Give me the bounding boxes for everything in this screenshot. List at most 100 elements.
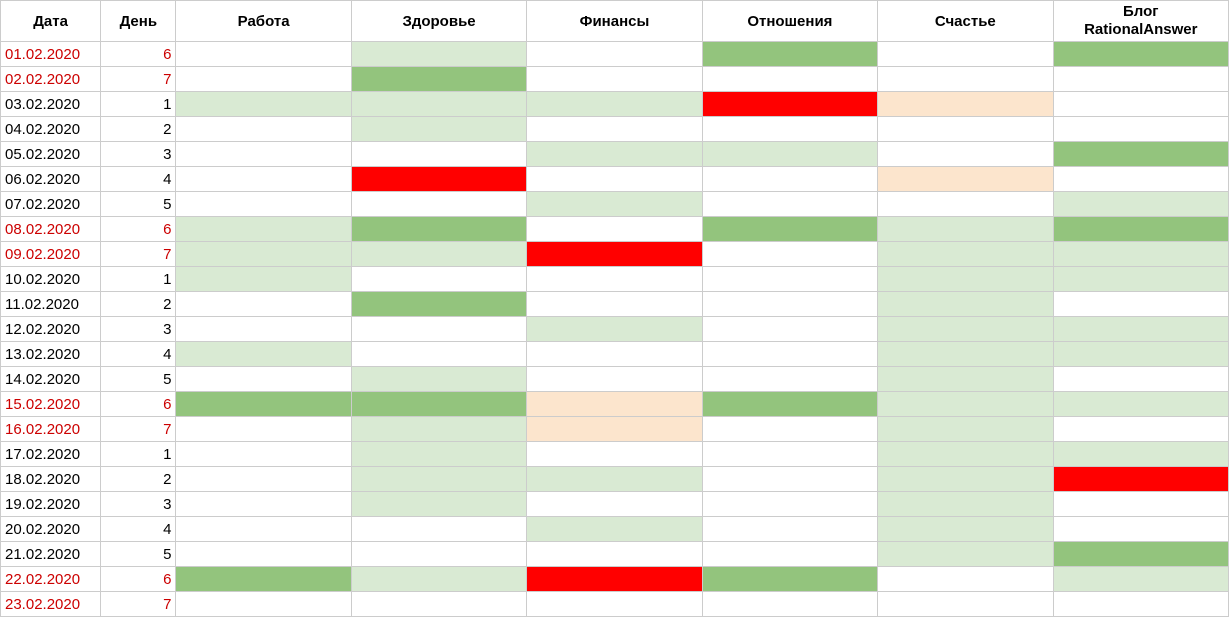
status-cell[interactable] <box>527 242 702 267</box>
date-cell[interactable]: 01.02.2020 <box>1 42 101 67</box>
status-cell[interactable] <box>527 592 702 617</box>
status-cell[interactable] <box>878 217 1053 242</box>
status-cell[interactable] <box>351 317 526 342</box>
status-cell[interactable] <box>351 442 526 467</box>
status-cell[interactable] <box>702 467 877 492</box>
header-work[interactable]: Работа <box>176 1 351 42</box>
status-cell[interactable] <box>878 367 1053 392</box>
date-cell[interactable]: 14.02.2020 <box>1 367 101 392</box>
status-cell[interactable] <box>176 492 351 517</box>
status-cell[interactable] <box>1053 492 1228 517</box>
date-cell[interactable]: 08.02.2020 <box>1 217 101 242</box>
status-cell[interactable] <box>527 517 702 542</box>
status-cell[interactable] <box>1053 467 1228 492</box>
header-date[interactable]: Дата <box>1 1 101 42</box>
status-cell[interactable] <box>702 92 877 117</box>
day-cell[interactable]: 1 <box>101 442 176 467</box>
date-cell[interactable]: 11.02.2020 <box>1 292 101 317</box>
status-cell[interactable] <box>702 392 877 417</box>
status-cell[interactable] <box>878 542 1053 567</box>
status-cell[interactable] <box>351 192 526 217</box>
status-cell[interactable] <box>351 217 526 242</box>
status-cell[interactable] <box>1053 142 1228 167</box>
status-cell[interactable] <box>176 367 351 392</box>
status-cell[interactable] <box>351 492 526 517</box>
status-cell[interactable] <box>1053 417 1228 442</box>
status-cell[interactable] <box>176 317 351 342</box>
status-cell[interactable] <box>527 467 702 492</box>
status-cell[interactable] <box>1053 442 1228 467</box>
status-cell[interactable] <box>878 267 1053 292</box>
status-cell[interactable] <box>351 92 526 117</box>
status-cell[interactable] <box>702 167 877 192</box>
date-cell[interactable]: 05.02.2020 <box>1 142 101 167</box>
status-cell[interactable] <box>1053 192 1228 217</box>
status-cell[interactable] <box>878 142 1053 167</box>
date-cell[interactable]: 13.02.2020 <box>1 342 101 367</box>
date-cell[interactable]: 02.02.2020 <box>1 67 101 92</box>
status-cell[interactable] <box>176 542 351 567</box>
status-cell[interactable] <box>527 417 702 442</box>
day-cell[interactable]: 4 <box>101 342 176 367</box>
status-cell[interactable] <box>176 392 351 417</box>
status-cell[interactable] <box>702 292 877 317</box>
status-cell[interactable] <box>1053 542 1228 567</box>
status-cell[interactable] <box>176 192 351 217</box>
day-cell[interactable]: 5 <box>101 192 176 217</box>
status-cell[interactable] <box>351 67 526 92</box>
status-cell[interactable] <box>1053 292 1228 317</box>
status-cell[interactable] <box>176 267 351 292</box>
status-cell[interactable] <box>878 342 1053 367</box>
status-cell[interactable] <box>702 342 877 367</box>
date-cell[interactable]: 17.02.2020 <box>1 442 101 467</box>
date-cell[interactable]: 20.02.2020 <box>1 517 101 542</box>
date-cell[interactable]: 18.02.2020 <box>1 467 101 492</box>
status-cell[interactable] <box>1053 67 1228 92</box>
status-cell[interactable] <box>702 267 877 292</box>
day-cell[interactable]: 2 <box>101 467 176 492</box>
status-cell[interactable] <box>351 292 526 317</box>
status-cell[interactable] <box>527 492 702 517</box>
status-cell[interactable] <box>878 442 1053 467</box>
day-cell[interactable]: 3 <box>101 492 176 517</box>
status-cell[interactable] <box>1053 242 1228 267</box>
day-cell[interactable]: 2 <box>101 117 176 142</box>
status-cell[interactable] <box>702 417 877 442</box>
status-cell[interactable] <box>351 42 526 67</box>
status-cell[interactable] <box>702 117 877 142</box>
status-cell[interactable] <box>176 142 351 167</box>
status-cell[interactable] <box>1053 567 1228 592</box>
status-cell[interactable] <box>351 342 526 367</box>
status-cell[interactable] <box>351 242 526 267</box>
status-cell[interactable] <box>351 267 526 292</box>
date-cell[interactable]: 10.02.2020 <box>1 267 101 292</box>
header-finance[interactable]: Финансы <box>527 1 702 42</box>
status-cell[interactable] <box>527 342 702 367</box>
day-cell[interactable]: 4 <box>101 517 176 542</box>
status-cell[interactable] <box>878 192 1053 217</box>
status-cell[interactable] <box>878 417 1053 442</box>
status-cell[interactable] <box>702 567 877 592</box>
day-cell[interactable]: 1 <box>101 92 176 117</box>
status-cell[interactable] <box>702 42 877 67</box>
status-cell[interactable] <box>1053 592 1228 617</box>
header-health[interactable]: Здоровье <box>351 1 526 42</box>
status-cell[interactable] <box>527 442 702 467</box>
status-cell[interactable] <box>351 117 526 142</box>
spreadsheet-table[interactable]: Дата День Работа Здоровье Финансы Отноше… <box>0 0 1229 617</box>
status-cell[interactable] <box>527 192 702 217</box>
status-cell[interactable] <box>351 467 526 492</box>
status-cell[interactable] <box>527 367 702 392</box>
header-blog[interactable]: БлогRationalAnswer <box>1053 1 1228 42</box>
status-cell[interactable] <box>702 317 877 342</box>
status-cell[interactable] <box>527 117 702 142</box>
status-cell[interactable] <box>351 567 526 592</box>
day-cell[interactable]: 4 <box>101 167 176 192</box>
day-cell[interactable]: 7 <box>101 417 176 442</box>
status-cell[interactable] <box>1053 92 1228 117</box>
date-cell[interactable]: 15.02.2020 <box>1 392 101 417</box>
date-cell[interactable]: 21.02.2020 <box>1 542 101 567</box>
status-cell[interactable] <box>702 242 877 267</box>
status-cell[interactable] <box>1053 317 1228 342</box>
status-cell[interactable] <box>878 567 1053 592</box>
